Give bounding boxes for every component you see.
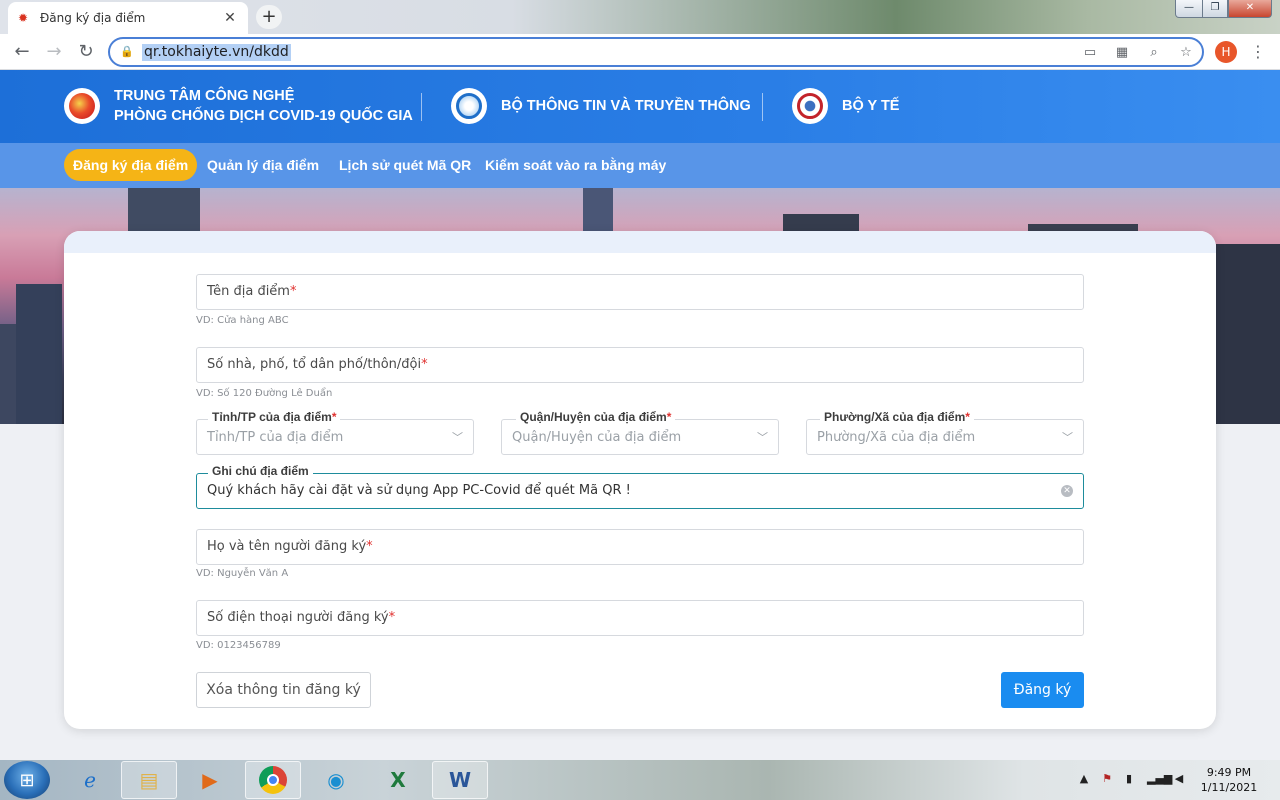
chevron-down-icon: ﹀ (452, 431, 463, 444)
qr-code-icon[interactable]: ▦ (1112, 43, 1132, 63)
chrome-logo (259, 766, 287, 794)
network-signal-icon[interactable]: ▂▄▆ (1147, 772, 1172, 786)
close-tab-icon[interactable]: ✕ (222, 10, 238, 26)
profile-avatar[interactable]: H (1215, 41, 1237, 63)
ministry-info-logo[interactable] (451, 88, 487, 124)
address-input[interactable]: Số nhà, phố, tổ dân phố/thôn/đội* (196, 347, 1084, 383)
reload-icon[interactable]: ↻ (74, 40, 98, 64)
ministry-health-logo[interactable] (792, 88, 828, 124)
virus-favicon-icon: ✹ (18, 11, 29, 25)
show-hidden-icons-icon[interactable]: ▲ (1077, 772, 1091, 786)
ministry-info-name: BỘ THÔNG TIN VÀ TRUYỀN THÔNG (501, 98, 751, 114)
lock-icon[interactable]: 🔒 (120, 45, 134, 59)
edge-icon[interactable]: ◉ (308, 761, 364, 799)
nav-qr-scan-history[interactable]: Lịch sử quét Mã QR (330, 149, 480, 181)
location-name-hint: VD: Cửa hàng ABC (196, 315, 289, 326)
bookmark-star-icon[interactable]: ☆ (1176, 43, 1196, 63)
system-clock[interactable]: 9:49 PM 1/11/2021 (1196, 765, 1262, 795)
location-name-input[interactable]: Tên địa điểm* (196, 274, 1084, 310)
internet-explorer-icon[interactable]: ℯ (62, 761, 118, 799)
windows-taskbar: ⊞ ℯ ▤ ▶ ◉ X W ▲ ⚑ ▮ ▂▄▆ ◀ 9:49 PM 1/11/2… (0, 760, 1280, 800)
power-icon[interactable]: ▮ (1122, 772, 1136, 786)
header-divider (421, 93, 422, 121)
browser-tab[interactable]: ✹ Đăng ký địa điểm ✕ (8, 2, 248, 34)
new-tab-button[interactable]: + (256, 5, 282, 29)
zoom-icon[interactable]: ⌕ (1144, 43, 1164, 63)
clock-date: 1/11/2021 (1200, 781, 1258, 794)
url-text[interactable]: qr.tokhaiyte.vn/dkdd (142, 44, 291, 61)
district-select[interactable]: Quận/Huyện của địa điểm ﹀ (501, 419, 779, 455)
card-header-strip (64, 231, 1216, 253)
location-name-label: Tên địa điểm* (207, 284, 297, 299)
registration-form-card: Tên địa điểm* VD: Cửa hàng ABC Số nhà, p… (64, 231, 1216, 729)
nav-manage-locations[interactable]: Quản lý địa điểm (198, 149, 328, 181)
browser-titlebar: ✹ Đăng ký địa điểm ✕ + — ❐ ✕ (0, 0, 1280, 34)
covid-center-name: TRUNG TÂM CÔNG NGHỆ PHÒNG CHỐNG DỊCH COV… (114, 86, 413, 126)
forward-arrow-icon[interactable]: → (42, 40, 66, 64)
register-button[interactable]: Đăng ký (1001, 672, 1084, 708)
address-bar[interactable]: 🔒 qr.tokhaiyte.vn/dkdd ▭ ▦ ⌕ ☆ (108, 37, 1204, 67)
district-placeholder: Quận/Huyện của địa điểm (512, 430, 682, 445)
nav-machine-access-control[interactable]: Kiểm soát vào ra bằng máy (476, 149, 675, 181)
registrant-phone-input[interactable]: Số điện thoại người đăng ký* (196, 600, 1084, 636)
note-label: Ghi chú địa điểm (208, 464, 313, 478)
registrant-name-hint: VD: Nguyễn Văn A (196, 568, 289, 579)
file-explorer-icon[interactable]: ▤ (121, 761, 177, 799)
browser-toolbar: ← → ↻ 🔒 qr.tokhaiyte.vn/dkdd ▭ ▦ ⌕ ☆ H ⋮ (0, 34, 1280, 70)
close-window-button[interactable]: ✕ (1228, 0, 1272, 18)
ward-label: Phường/Xã của địa điểm* (820, 410, 974, 424)
address-hint: VD: Số 120 Đường Lê Duẩn (196, 388, 333, 399)
clear-input-icon[interactable]: ✕ (1061, 485, 1073, 497)
cast-icon[interactable]: ▭ (1080, 43, 1100, 63)
chevron-down-icon: ﹀ (757, 431, 768, 444)
excel-icon[interactable]: X (370, 761, 426, 799)
registrant-phone-hint: VD: 0123456789 (196, 640, 281, 651)
header-divider (762, 93, 763, 121)
note-input[interactable]: Quý khách hãy cài đặt và sử dụng App PC-… (196, 473, 1084, 509)
registrant-name-input[interactable]: Họ và tên người đăng ký* (196, 529, 1084, 565)
registrant-phone-label: Số điện thoại người đăng ký* (207, 610, 396, 625)
chevron-down-icon: ﹀ (1062, 431, 1073, 444)
province-placeholder: Tỉnh/TP của địa điểm (207, 430, 344, 445)
action-center-flag-icon[interactable]: ⚑ (1100, 772, 1114, 786)
clock-time: 9:49 PM (1206, 766, 1252, 779)
nav-register-location[interactable]: Đăng ký địa điểm (64, 149, 198, 181)
windows-start-button[interactable]: ⊞ (4, 761, 50, 799)
registrant-name-label: Họ và tên người đăng ký* (207, 539, 373, 554)
minimize-button[interactable]: — (1175, 0, 1203, 18)
chrome-icon[interactable] (245, 761, 301, 799)
restore-button[interactable]: ❐ (1202, 0, 1228, 18)
site-nav: Đăng ký địa điểm Quản lý địa điểm Lịch s… (0, 143, 1280, 188)
clear-form-button[interactable]: Xóa thông tin đăng ký (196, 672, 371, 708)
province-label: Tỉnh/TP của địa điểm* (208, 410, 341, 424)
ministry-health-name: BỘ Y TẾ (842, 98, 900, 114)
ward-select[interactable]: Phường/Xã của địa điểm ﹀ (806, 419, 1084, 455)
covid-center-line2: PHÒNG CHỐNG DỊCH COVID-19 QUỐC GIA (114, 108, 413, 124)
note-value: Quý khách hãy cài đặt và sử dụng App PC-… (207, 483, 631, 498)
address-label: Số nhà, phố, tổ dân phố/thôn/đội* (207, 357, 428, 372)
covid-center-logo[interactable] (64, 88, 100, 124)
province-select[interactable]: Tỉnh/TP của địa điểm ﹀ (196, 419, 474, 455)
volume-icon[interactable]: ◀ (1172, 772, 1186, 786)
media-player-icon[interactable]: ▶ (182, 761, 238, 799)
word-icon[interactable]: W (432, 761, 488, 799)
ward-placeholder: Phường/Xã của địa điểm (817, 430, 976, 445)
back-arrow-icon[interactable]: ← (10, 40, 34, 64)
district-label: Quận/Huyện của địa điểm* (516, 410, 676, 424)
site-header: TRUNG TÂM CÔNG NGHỆ PHÒNG CHỐNG DỊCH COV… (0, 70, 1280, 143)
tab-title: Đăng ký địa điểm (40, 11, 146, 25)
browser-menu-icon[interactable]: ⋮ (1248, 40, 1268, 64)
covid-center-line1: TRUNG TÂM CÔNG NGHỆ (114, 88, 295, 104)
